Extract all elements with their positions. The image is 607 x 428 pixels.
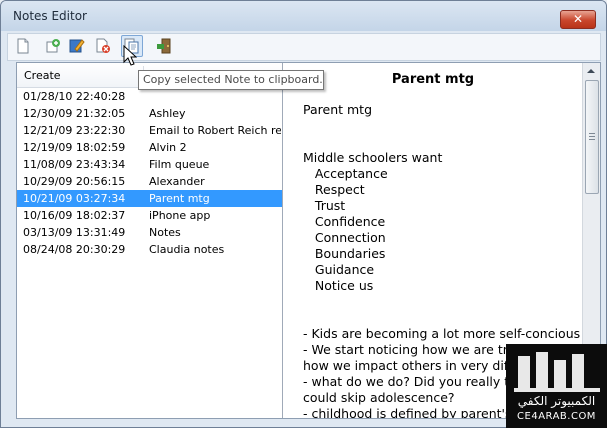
watermark-arabic-text: الكمبيوتر الكفي: [517, 394, 596, 408]
list-item[interactable]: 03/13/09 13:31:49 Notes: [17, 224, 282, 241]
note-date: 03/13/09 13:31:49: [23, 226, 126, 239]
title-bar[interactable]: Notes Editor ✕: [1, 1, 606, 31]
note-title: Parent mtg: [149, 192, 210, 205]
window-title: Notes Editor: [13, 9, 87, 23]
new-note-icon: [17, 38, 29, 54]
note-date: 12/19/09 18:02:59: [23, 141, 126, 154]
note-date: 12/30/09 21:32:05: [23, 107, 126, 120]
list-item[interactable]: 10/29/09 20:56:15 Alexander: [17, 173, 282, 190]
tooltip: Copy selected Note to clipboard.: [138, 70, 324, 90]
delete-note-button[interactable]: [93, 36, 113, 56]
watermark-emblem-icon: [514, 352, 600, 392]
note-heading: Parent mtg: [391, 72, 475, 87]
exit-button[interactable]: [154, 36, 174, 56]
list-item[interactable]: 12/19/09 18:02:59 Alvin 2: [17, 139, 282, 156]
note-date: 08/24/08 20:30:29: [23, 243, 126, 256]
note-date: 11/08/09 23:43:34: [23, 158, 126, 171]
note-date: 10/21/09 03:27:34: [23, 192, 126, 205]
list-item[interactable]: 01/28/10 22:40:28: [17, 88, 282, 105]
watermark-site-text: CE4ARAB.COM: [517, 411, 596, 422]
note-title: iPhone app: [149, 209, 211, 222]
close-button[interactable]: ✕: [560, 10, 596, 29]
list-rows: 01/28/10 22:40:28 12/30/09 21:32:05 Ashl…: [17, 88, 282, 258]
edit-note-button[interactable]: [67, 36, 87, 56]
mouse-cursor-icon: [123, 45, 137, 66]
note-title: Ashley: [149, 107, 186, 120]
notes-list[interactable]: Create 01/28/10 22:40:28 12/30/09 21:32:…: [17, 63, 283, 418]
delete-note-icon: [96, 38, 110, 53]
note-date: 10/16/09 18:02:37: [23, 209, 126, 222]
note-date: 01/28/10 22:40:28: [23, 90, 126, 103]
list-item[interactable]: 11/08/09 23:43:34 Film queue: [17, 156, 282, 173]
new-note-button[interactable]: [13, 36, 33, 56]
exit-icon: [157, 38, 171, 54]
note-title: Alexander: [149, 175, 205, 188]
list-item-selected[interactable]: 10/21/09 03:27:34 Parent mtg: [17, 190, 282, 207]
add-note-button[interactable]: [43, 36, 63, 56]
edit-note-icon: [69, 39, 85, 53]
column-header-create[interactable]: Create: [24, 69, 61, 82]
note-title: Alvin 2: [149, 141, 187, 154]
list-item[interactable]: 12/21/09 23:22:30 Email to Robert Reich …: [17, 122, 282, 139]
list-item[interactable]: 10/16/09 18:02:37 iPhone app: [17, 207, 282, 224]
watermark-logo: الكمبيوتر الكفي CE4ARAB.COM: [506, 344, 607, 428]
scrollbar-thumb[interactable]: [585, 80, 599, 194]
note-title: Email to Robert Reich re biz: [149, 124, 281, 137]
note-title: Film queue: [149, 158, 210, 171]
list-item[interactable]: 08/24/08 20:30:29 Claudia notes: [17, 241, 282, 258]
note-date: 12/21/09 23:22:30: [23, 124, 126, 137]
note-title: Notes: [149, 226, 181, 239]
list-item[interactable]: 12/30/09 21:32:05 Ashley: [17, 105, 282, 122]
note-date: 10/29/09 20:56:15: [23, 175, 126, 188]
note-title: Claudia notes: [149, 243, 225, 256]
add-note-icon: [46, 39, 60, 53]
scroll-up-arrow-icon[interactable]: [587, 69, 595, 73]
toolbar: [7, 33, 601, 61]
